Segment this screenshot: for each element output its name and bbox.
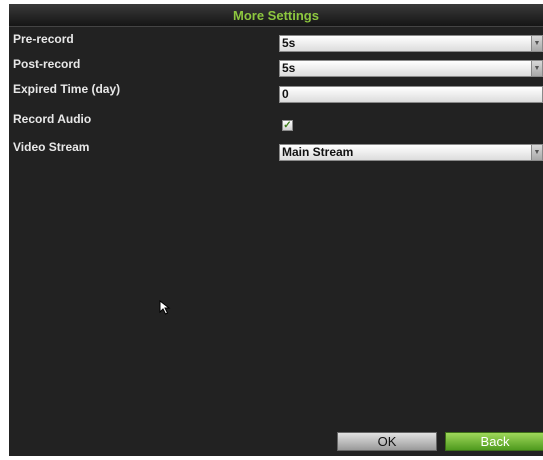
expired-time-input[interactable]: 0 — [279, 86, 543, 103]
video-stream-select[interactable]: Main Stream ▼ — [279, 144, 543, 161]
ok-button[interactable]: OK — [337, 432, 437, 451]
postrecord-label: Post-record — [13, 57, 81, 71]
chevron-down-icon[interactable]: ▼ — [531, 145, 542, 160]
record-audio-label: Record Audio — [13, 112, 92, 126]
prerecord-label: Pre-record — [13, 32, 74, 46]
postrecord-value: 5s — [282, 61, 296, 75]
postrecord-select[interactable]: 5s ▼ — [279, 60, 543, 77]
record-audio-checkbox[interactable]: ✓ — [282, 120, 293, 131]
check-mark-icon: ✓ — [283, 120, 292, 131]
video-stream-label: Video Stream — [13, 140, 90, 154]
chevron-down-icon[interactable]: ▼ — [531, 61, 542, 76]
video-stream-value: Main Stream — [282, 145, 354, 159]
dialog-titlebar: More Settings — [9, 4, 543, 27]
back-button[interactable]: Back — [445, 432, 543, 451]
more-settings-dialog: More Settings Pre-record 5s ▼ Post-recor… — [9, 4, 543, 456]
dialog-title: More Settings — [233, 8, 319, 23]
prerecord-select[interactable]: 5s ▼ — [279, 35, 543, 52]
mouse-pointer-icon — [159, 300, 171, 315]
prerecord-value: 5s — [282, 36, 296, 50]
expired-time-value: 0 — [282, 87, 289, 101]
expired-time-label: Expired Time (day) — [13, 82, 121, 96]
chevron-down-icon[interactable]: ▼ — [531, 36, 542, 51]
